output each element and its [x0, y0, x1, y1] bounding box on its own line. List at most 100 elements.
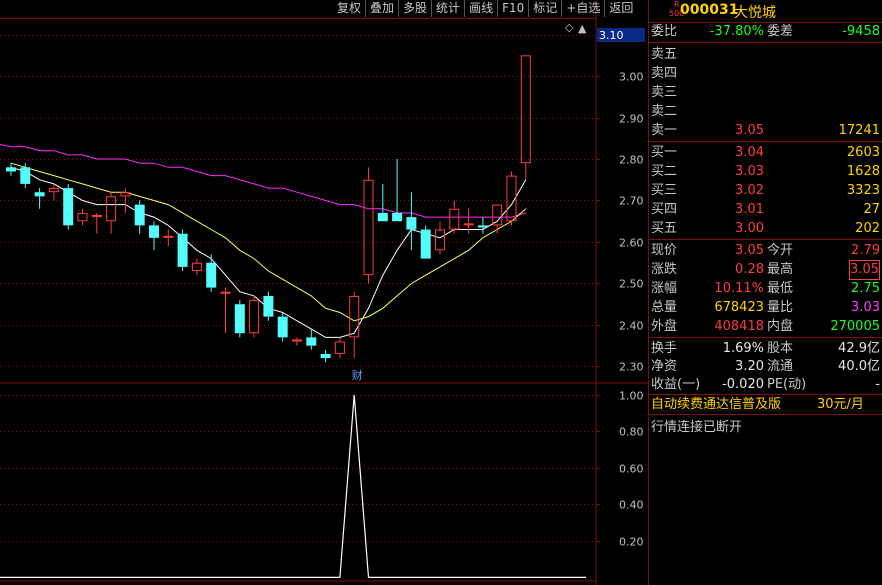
candle-body-down [377, 212, 388, 222]
candle-body-up [435, 229, 445, 251]
candle [249, 295, 260, 338]
fundamental-label: 收益(一) [651, 377, 701, 392]
candle-body-down [306, 337, 317, 346]
weicha-value: -9458 [842, 24, 880, 39]
candle-body-down [277, 316, 288, 338]
price-tick-label: 2.40 [619, 320, 644, 333]
sell-label: 卖三 [651, 85, 678, 100]
buy-row-1: 买一 3.04 2603 [649, 143, 882, 163]
toolbar-button-8[interactable]: 返回 [604, 0, 637, 17]
sell-volume: 17241 [838, 123, 880, 138]
weicha-label: 委差 [767, 24, 794, 39]
fundamental-row: 收益(一) -0.020 PE(动) - [649, 375, 882, 395]
toolbar-button-3[interactable]: 统计 [431, 0, 464, 17]
stat-value: 678423 [714, 300, 764, 315]
candle-body-up [77, 212, 88, 222]
indicator-tick-label: 0.60 [619, 463, 644, 476]
candle [306, 329, 317, 350]
buy-volume: 202 [855, 221, 880, 236]
ma-long-line [0, 144, 12, 148]
buy-volume: 1628 [846, 164, 880, 179]
toolbar-button-1[interactable]: 叠加 [365, 0, 398, 17]
candle-body-up [363, 179, 374, 276]
candle-body-up [91, 215, 102, 218]
candle [420, 225, 431, 259]
weibi-value: -37.80% [709, 24, 764, 39]
candle [363, 167, 374, 284]
candle-body-down [177, 233, 188, 267]
candle [48, 183, 59, 201]
candle-body-down [6, 167, 16, 172]
kline-chart[interactable]: 2.302.402.502.602.702.802.903.003.103.10… [0, 0, 649, 585]
candle-body-down [477, 225, 488, 228]
candle-body-up [449, 208, 460, 230]
toolbar-button-6[interactable]: 标记 [528, 0, 561, 17]
candle [320, 349, 331, 363]
candle [277, 312, 288, 342]
candle [191, 258, 202, 276]
candle [34, 188, 45, 209]
buy-price: 3.01 [735, 202, 764, 217]
buy-row-3: 买三 3.02 3323 [649, 181, 882, 201]
candle [206, 254, 217, 292]
moving-averages [0, 144, 527, 338]
candle-body-down [263, 295, 274, 317]
separator [649, 239, 882, 240]
quote-panel: R 500 000031 大悦城 委比 -37.80% 委差 -9458 卖五 卖四 卖三卖… [649, 0, 882, 585]
toolbar-button-4[interactable]: 画线 [464, 0, 497, 17]
price-tick-label: 2.70 [619, 195, 644, 208]
candle-body-up [48, 188, 59, 193]
candle-body-down [20, 167, 31, 184]
candle [134, 200, 145, 234]
toolbar-button-7[interactable]: +自选 [561, 0, 604, 17]
candle [91, 212, 102, 234]
fundamental-value: 1.69% [722, 341, 764, 356]
stat-label: 现价 [651, 243, 678, 258]
candle-body-down [234, 304, 245, 334]
buy-volume: 27 [863, 202, 880, 217]
sell-row-1: 卖一 3.05 17241 [649, 121, 882, 141]
candle [63, 183, 74, 230]
fundamental-label: 流通 [767, 359, 794, 374]
toolbar-button-5[interactable]: F10 [497, 0, 528, 17]
ad-price: 30元/月 [817, 397, 864, 412]
diamond-icon[interactable]: ◇ [565, 21, 574, 34]
candle [163, 229, 174, 247]
price-tick-label: 2.30 [619, 361, 644, 374]
toolbar-button-0[interactable]: 复权 [333, 0, 365, 17]
candle [220, 287, 231, 334]
sell-label: 卖四 [651, 66, 678, 81]
stat-label: 内盘 [767, 319, 794, 334]
candle-body-down [34, 192, 45, 197]
fundamental-label: 净资 [651, 359, 678, 374]
candle-body-up [349, 295, 360, 338]
fundamental-value: 3.20 [735, 359, 764, 374]
toolbar-button-2[interactable]: 多股 [398, 0, 431, 17]
stat-value: 408418 [714, 319, 764, 334]
price-tick-label: 2.80 [619, 154, 644, 167]
buy-label: 买四 [651, 202, 678, 217]
event-marker-label: 财 [352, 368, 363, 382]
stat-value: 2.79 [851, 243, 880, 258]
stat-row: 总量 678423 量比 3.03 [649, 298, 882, 318]
candle-body-down [206, 262, 217, 288]
chart-toolbar: 复权 叠加 多股 统计 画线 F10 标记 +自选 返回 [333, 0, 637, 18]
ad-banner[interactable]: 自动续费通达信普及版 30元/月 [649, 395, 882, 415]
price-tick-label: 3.00 [619, 71, 644, 84]
buy-label: 买二 [651, 164, 678, 179]
candle [334, 337, 345, 359]
chevron-up-icon[interactable]: ▲ [578, 22, 587, 35]
candle [520, 55, 531, 180]
candle-body-up [191, 262, 202, 272]
candle [292, 337, 302, 346]
price-tick-label: 2.60 [619, 237, 644, 250]
stat-value: 3.03 [851, 300, 880, 315]
buy-label: 买三 [651, 183, 678, 198]
current-price-label: 3.10 [599, 29, 624, 42]
indicator-tick-label: 0.40 [619, 499, 644, 512]
separator [649, 42, 882, 43]
sell-label: 卖二 [651, 104, 678, 119]
candle-body-down [420, 229, 431, 259]
price-tick-label: 2.50 [619, 278, 644, 291]
candle-body-up [163, 235, 174, 238]
